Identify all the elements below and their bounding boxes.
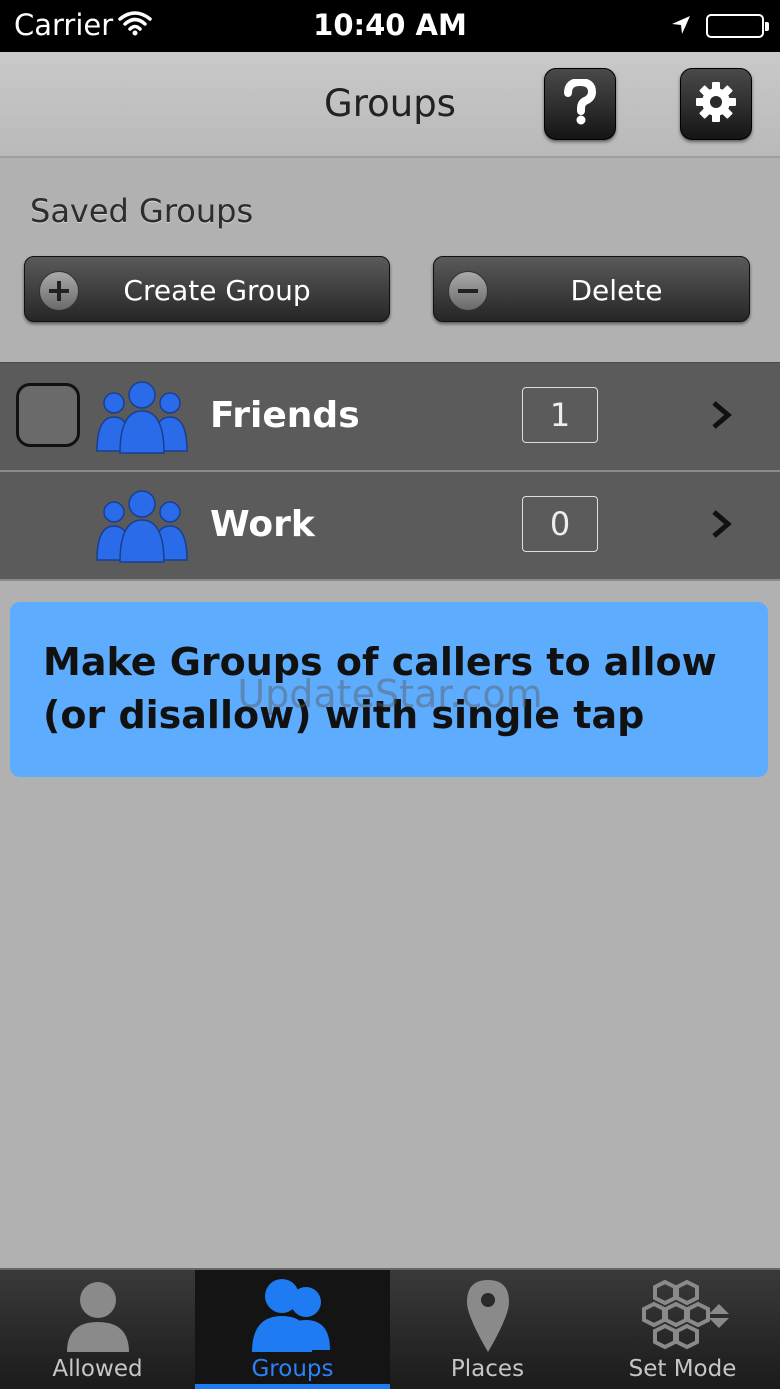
tab-label: Places bbox=[450, 1356, 525, 1382]
group-count: 0 bbox=[522, 496, 598, 552]
plus-icon bbox=[39, 271, 79, 311]
tab-label: Set Mode bbox=[628, 1356, 737, 1382]
watermark: UpdateStar.com bbox=[237, 672, 543, 716]
group-count: 1 bbox=[522, 387, 598, 443]
tab-allowed[interactable]: Allowed bbox=[0, 1270, 195, 1389]
tab-set-mode[interactable]: Set Mode bbox=[585, 1270, 780, 1389]
tab-places[interactable]: Places bbox=[390, 1270, 585, 1389]
group-list: Friends 1 Work 0 bbox=[0, 362, 780, 581]
help-button[interactable] bbox=[544, 68, 616, 140]
chevron-right-icon bbox=[708, 399, 734, 435]
hexagon-mode-icon bbox=[585, 1278, 780, 1354]
delete-label: Delete bbox=[570, 274, 663, 307]
group-row-friends[interactable]: Friends 1 bbox=[0, 362, 780, 472]
status-bar: Carrier 10:40 AM bbox=[0, 0, 780, 52]
clock: 10:40 AM bbox=[313, 8, 467, 42]
group-people-icon bbox=[94, 486, 190, 568]
tab-label: Groups bbox=[251, 1356, 334, 1382]
question-mark-icon bbox=[562, 77, 598, 129]
tab-bar: Allowed Groups Places Set Mode bbox=[0, 1268, 780, 1389]
group-row-work[interactable]: Work 0 bbox=[0, 472, 780, 581]
chevron-right-icon bbox=[708, 508, 734, 544]
group-icon bbox=[195, 1278, 390, 1352]
location-arrow-icon bbox=[670, 14, 692, 40]
battery-icon bbox=[706, 14, 769, 38]
gear-icon bbox=[695, 81, 737, 127]
group-name: Friends bbox=[210, 395, 360, 436]
group-checkbox[interactable] bbox=[16, 383, 80, 447]
navigation-bar: Groups bbox=[0, 52, 780, 158]
page-title: Groups bbox=[324, 82, 456, 125]
tab-groups[interactable]: Groups bbox=[195, 1270, 390, 1389]
create-group-label: Create Group bbox=[123, 274, 311, 307]
section-title: Saved Groups bbox=[30, 192, 254, 230]
settings-button[interactable] bbox=[680, 68, 752, 140]
group-people-icon bbox=[94, 377, 190, 459]
minus-icon bbox=[448, 271, 488, 311]
group-name: Work bbox=[210, 504, 315, 545]
create-group-button[interactable]: Create Group bbox=[24, 256, 390, 322]
tab-label: Allowed bbox=[52, 1356, 143, 1382]
person-icon bbox=[0, 1278, 195, 1352]
map-pin-icon bbox=[390, 1278, 585, 1354]
delete-button[interactable]: Delete bbox=[433, 256, 750, 322]
